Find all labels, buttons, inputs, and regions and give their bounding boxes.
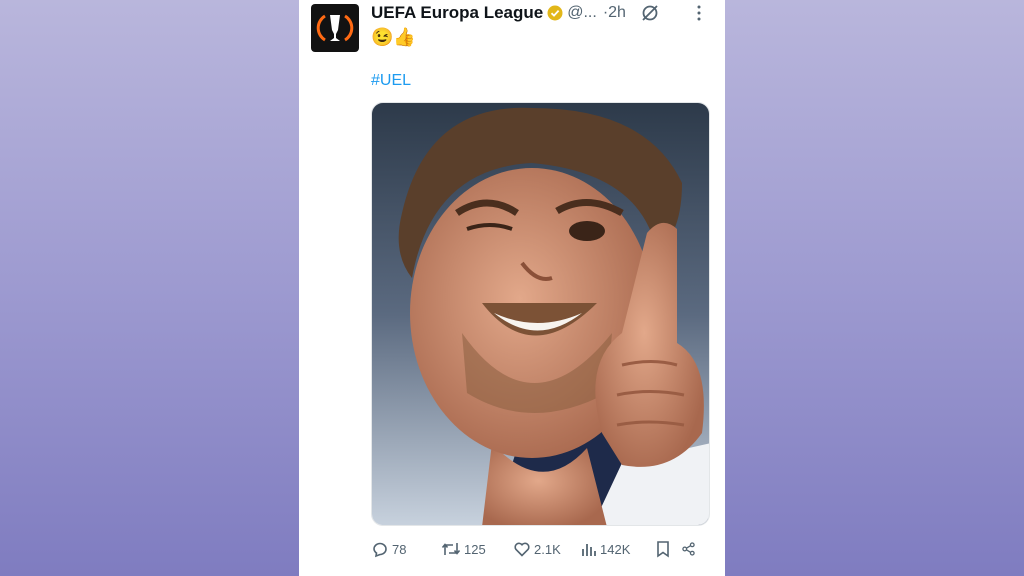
reply-icon <box>373 542 387 558</box>
tweet-text: 😉👍 <box>371 27 416 47</box>
action-bar: 78 125 2.1K 142K <box>371 538 707 560</box>
views-icon <box>582 544 596 556</box>
grok-icon[interactable] <box>640 3 660 23</box>
tweet-media[interactable] <box>371 102 710 526</box>
player-photo <box>372 103 709 525</box>
reply-count: 78 <box>392 541 407 557</box>
tweet-card: UEFA Europa League @... ·2h 😉👍 #UEL 78 1… <box>299 0 725 576</box>
like-button[interactable]: 2.1K <box>513 540 581 558</box>
handle[interactable]: @... <box>567 4 597 22</box>
reply-button[interactable]: 78 <box>371 540 441 558</box>
repost-count: 125 <box>464 541 486 557</box>
timestamp[interactable]: ·2h <box>603 4 626 22</box>
avatar[interactable] <box>311 4 359 52</box>
tweet-header: UEFA Europa League @... ·2h <box>371 2 713 24</box>
share-icon <box>682 542 695 556</box>
like-icon <box>514 542 530 557</box>
repost-icon <box>441 543 461 555</box>
bookmark-button[interactable] <box>655 540 681 558</box>
hashtag-link[interactable]: #UEL <box>371 72 411 90</box>
views-count: 142K <box>600 541 631 557</box>
repost-button[interactable]: 125 <box>441 540 513 558</box>
uel-logo-icon <box>316 14 354 42</box>
like-count: 2.1K <box>534 541 561 557</box>
verified-badge-icon <box>547 5 563 21</box>
views-button[interactable]: 142K <box>581 540 655 558</box>
more-icon[interactable] <box>689 2 709 24</box>
display-name[interactable]: UEFA Europa League <box>371 3 543 23</box>
share-button[interactable] <box>681 540 699 558</box>
bookmark-icon <box>657 541 669 558</box>
